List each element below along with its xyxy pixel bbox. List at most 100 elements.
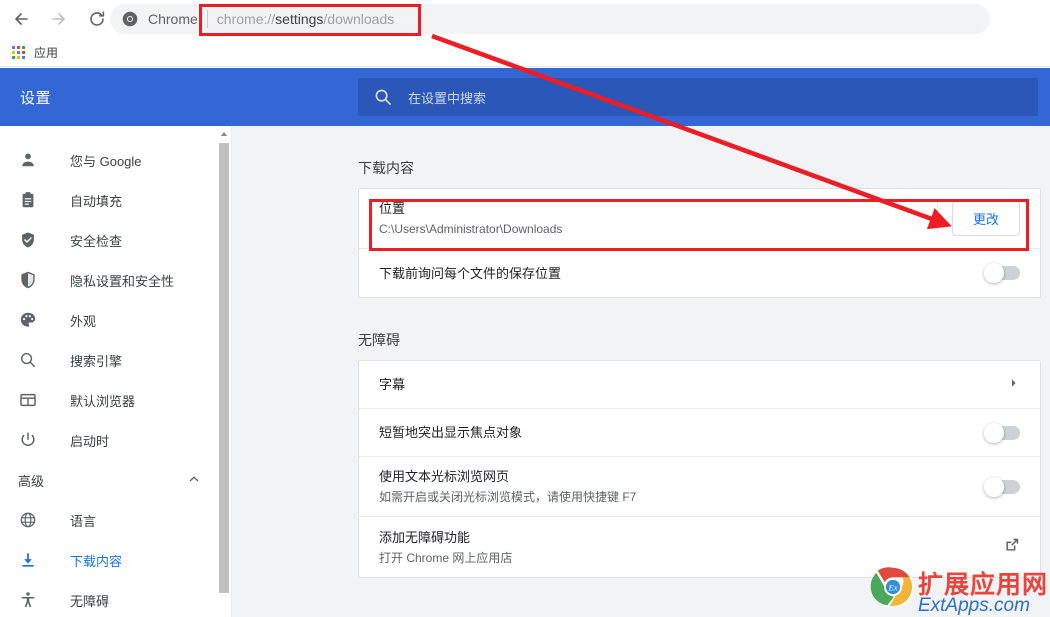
address-bar[interactable]: Chrome chrome://settings/downloads <box>110 4 990 34</box>
omnibox-separator <box>206 10 208 28</box>
watermark-english: ExtApps.com <box>917 595 1030 616</box>
sidebar-item-autofill[interactable]: 自动填充 <box>0 180 232 220</box>
search-icon <box>374 88 392 106</box>
globe-icon <box>18 510 38 530</box>
accessibility-icon <box>18 590 38 610</box>
highlight-focus-text: 短暂地突出显示焦点对象 <box>379 413 986 452</box>
downloads-section-title: 下载内容 <box>358 160 414 176</box>
chevron-right-icon <box>1008 377 1020 392</box>
caret-browsing-label: 使用文本光标浏览网页 <box>379 469 510 484</box>
captions-row[interactable]: 字幕 <box>359 361 1040 409</box>
sidebar-item-label: 下载内容 <box>70 553 123 569</box>
person-icon <box>18 150 38 170</box>
sidebar-item-safety-check[interactable]: 安全检查 <box>0 220 232 260</box>
sidebar-item-downloads[interactable]: 下载内容 <box>0 540 232 580</box>
sidebar-item-default-browser[interactable]: 默认浏览器 <box>0 380 232 420</box>
sidebar-scrollbar[interactable] <box>216 126 232 617</box>
shield-check-icon <box>18 230 38 250</box>
sidebar-item-label: 默认浏览器 <box>70 393 136 409</box>
ask-save-location-toggle[interactable] <box>984 263 1020 283</box>
toggle-knob <box>984 476 1004 497</box>
download-location-label: 位置 <box>379 201 406 216</box>
forward-button[interactable] <box>42 2 76 36</box>
caret-browsing-text: 使用文本光标浏览网页 如需开启或关闭光标浏览模式，请使用快捷键 F7 <box>379 457 986 516</box>
bookmarks-bar: 应用 <box>0 38 1050 67</box>
download-location-row: 位置 C:\Users\Administrator\Downloads 更改 <box>359 189 1040 249</box>
caret-browsing-description: 如需开启或关闭光标浏览模式，请使用快捷键 F7 <box>379 490 637 504</box>
back-button[interactable] <box>4 2 38 36</box>
settings-search-box[interactable]: 在设置中搜索 <box>358 78 1038 116</box>
sidebar-item-label: 外观 <box>70 313 97 329</box>
add-accessibility-features-label: 添加无障碍功能 <box>379 529 471 545</box>
caret-browsing-toggle[interactable] <box>984 476 1020 497</box>
caret-browsing-row: 使用文本光标浏览网页 如需开启或关闭光标浏览模式，请使用快捷键 F7 <box>359 457 1040 517</box>
ask-save-location-text: 下载前询问每个文件的保存位置 <box>379 254 986 293</box>
apps-shortcut-button[interactable]: 应用 <box>6 41 64 64</box>
reload-icon <box>87 9 107 29</box>
apps-shortcut-label: 应用 <box>34 45 59 60</box>
scroll-up-arrow-icon[interactable] <box>216 126 232 142</box>
toggle-knob <box>984 263 1004 283</box>
sidebar-item-label: 搜索引擎 <box>70 353 123 369</box>
chrome-logo-icon <box>122 11 138 27</box>
apps-grid-icon <box>12 45 25 59</box>
settings-body: 您与 Google 自动填充 安全检查 隐私设置和安全性 外观 搜索引擎 默认浏… <box>0 126 1050 617</box>
sidebar-section-advanced-label: 高级 <box>18 473 45 489</box>
sidebar-item-on-startup[interactable]: 启动时 <box>0 420 232 460</box>
accessibility-card: 字幕 短暂地突出显示焦点对象 使用文本光标浏览网页 如需开启或关闭光标浏览模式，… <box>358 360 1041 578</box>
sidebar-item-label: 安全检查 <box>70 233 123 249</box>
reload-button[interactable] <box>80 2 114 36</box>
sidebar-item-search-engine[interactable]: 搜索引擎 <box>0 340 232 380</box>
watermark: Ex 扩展应用网 ExtApps.com <box>870 564 1048 615</box>
sidebar-item-label: 启动时 <box>70 433 110 449</box>
settings-sidebar: 您与 Google 自动填充 安全检查 隐私设置和安全性 外观 搜索引擎 默认浏… <box>0 126 232 617</box>
sidebar-item-languages[interactable]: 语言 <box>0 500 232 540</box>
browser-toolbar: Chrome chrome://settings/downloads <box>0 0 1050 38</box>
download-location-text: 位置 C:\Users\Administrator\Downloads <box>379 189 937 248</box>
captions-text: 字幕 <box>379 365 1008 404</box>
back-arrow-icon <box>11 9 31 29</box>
screenshot-root: Chrome chrome://settings/downloads 应用 设置 <box>0 0 1050 617</box>
ask-save-location-label: 下载前询问每个文件的保存位置 <box>379 265 562 281</box>
highlight-focus-toggle[interactable] <box>984 422 1020 443</box>
browser-window-icon <box>18 390 38 410</box>
chevron-up-icon <box>188 473 200 488</box>
toggle-knob <box>984 422 1004 443</box>
url-suffix: /downloads <box>323 11 395 27</box>
sidebar-item-label: 隐私设置和安全性 <box>70 273 175 289</box>
scrollbar-thumb[interactable] <box>219 143 229 593</box>
shield-half-icon <box>18 270 38 290</box>
sidebar-item-accessibility[interactable]: 无障碍 <box>0 580 232 617</box>
sidebar-item-label: 您与 Google <box>70 153 142 169</box>
sidebar-item-label: 自动填充 <box>70 193 123 209</box>
page-title: 设置 <box>20 89 52 107</box>
forward-arrow-icon <box>49 9 69 29</box>
row-divider <box>936 201 938 236</box>
sidebar-item-label: 语言 <box>70 513 97 529</box>
captions-label: 字幕 <box>379 377 406 392</box>
watermark-text: 扩展应用网 ExtApps.com <box>917 573 1048 616</box>
sidebar-section-advanced[interactable]: 高级 <box>0 460 232 500</box>
url-prefix: chrome:// <box>216 11 276 27</box>
sidebar-item-you-and-google[interactable]: 您与 Google <box>0 140 232 180</box>
settings-search-placeholder: 在设置中搜索 <box>408 90 487 106</box>
svg-text:Ex: Ex <box>887 582 897 592</box>
sidebar-item-appearance[interactable]: 外观 <box>0 300 232 340</box>
highlight-focus-row: 短暂地突出显示焦点对象 <box>359 409 1040 457</box>
palette-icon <box>18 310 38 330</box>
ask-save-location-row: 下载前询问每个文件的保存位置 <box>359 249 1040 297</box>
external-link-icon <box>1004 537 1020 558</box>
sidebar-item-privacy-security[interactable]: 隐私设置和安全性 <box>0 260 232 300</box>
download-icon <box>18 550 38 570</box>
settings-main-panel: 下载内容 位置 C:\Users\Administrator\Downloads… <box>232 126 1050 617</box>
omnibox-url: chrome://settings/downloads <box>217 11 394 27</box>
highlight-focus-label: 短暂地突出显示焦点对象 <box>379 425 523 440</box>
watermark-chrome-logo-icon: Ex <box>870 564 916 615</box>
accessibility-section-title: 无障碍 <box>358 332 400 348</box>
downloads-card: 位置 C:\Users\Administrator\Downloads 更改 下… <box>358 188 1041 298</box>
power-icon <box>18 430 38 450</box>
change-download-location-button[interactable]: 更改 <box>951 201 1020 236</box>
download-location-path: C:\Users\Administrator\Downloads <box>379 222 563 236</box>
settings-header: 设置 在设置中搜索 <box>0 68 1050 126</box>
search-icon <box>18 350 38 370</box>
